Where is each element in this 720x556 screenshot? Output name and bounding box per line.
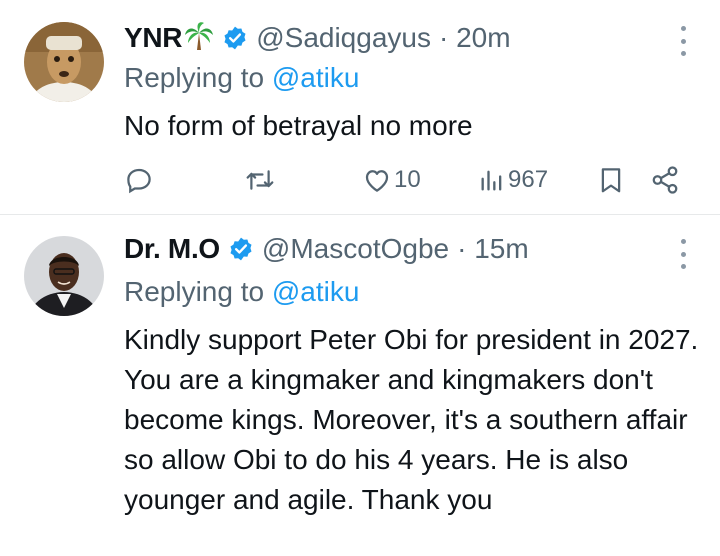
tweet-reply[interactable]: YNR @Sadiqgayus · 20m Replying to @atiku… <box>0 0 720 215</box>
like-count: 10 <box>394 166 421 193</box>
replying-to-handle[interactable]: @atiku <box>272 276 360 307</box>
replying-to: Replying to @atiku <box>124 276 359 308</box>
verified-badge-icon <box>222 25 248 51</box>
more-options-icon[interactable] <box>678 239 688 269</box>
avatar[interactable] <box>24 236 104 316</box>
retweet-icon <box>244 165 276 195</box>
tweet-header: Dr. M.O @MascotOgbe · 15m <box>124 231 529 267</box>
timestamp[interactable]: · 15m <box>457 233 529 265</box>
user-handle[interactable]: @Sadiqgayus <box>256 22 431 54</box>
timestamp[interactable]: · 20m <box>439 22 511 54</box>
replying-to-handle[interactable]: @atiku <box>272 62 360 93</box>
display-name[interactable]: YNR <box>124 22 183 54</box>
views-button[interactable]: 967 <box>478 165 548 195</box>
like-button[interactable]: 10 <box>362 165 421 195</box>
tweet-header: YNR @Sadiqgayus · 20m <box>124 20 511 56</box>
tweet-text: Kindly support Peter Obi for president i… <box>124 324 699 515</box>
like-icon <box>362 165 392 195</box>
retweet-button[interactable] <box>244 165 276 195</box>
display-name[interactable]: Dr. M.O <box>124 233 220 265</box>
user-handle[interactable]: @MascotOgbe <box>262 233 449 265</box>
replying-to-label: Replying to <box>124 276 272 307</box>
tweet-actions: 10 967 <box>0 160 720 200</box>
share-button[interactable] <box>650 165 680 195</box>
reply-icon <box>124 165 154 195</box>
palm-tree-emoji <box>184 21 214 56</box>
replying-to-label: Replying to <box>124 62 272 93</box>
reply-button[interactable] <box>124 165 154 195</box>
bookmark-icon <box>596 165 626 195</box>
verified-badge-icon <box>228 236 254 262</box>
replying-to: Replying to @atiku <box>124 62 359 94</box>
bookmark-button[interactable] <box>596 165 626 195</box>
more-options-icon[interactable] <box>678 26 688 56</box>
views-icon <box>478 165 506 195</box>
tweet-text: No form of betrayal no more <box>124 110 473 141</box>
avatar[interactable] <box>24 22 104 102</box>
tweet-reply[interactable]: Dr. M.O @MascotOgbe · 15m Replying to @a… <box>0 215 720 556</box>
share-icon <box>650 165 680 195</box>
view-count: 967 <box>508 166 549 193</box>
